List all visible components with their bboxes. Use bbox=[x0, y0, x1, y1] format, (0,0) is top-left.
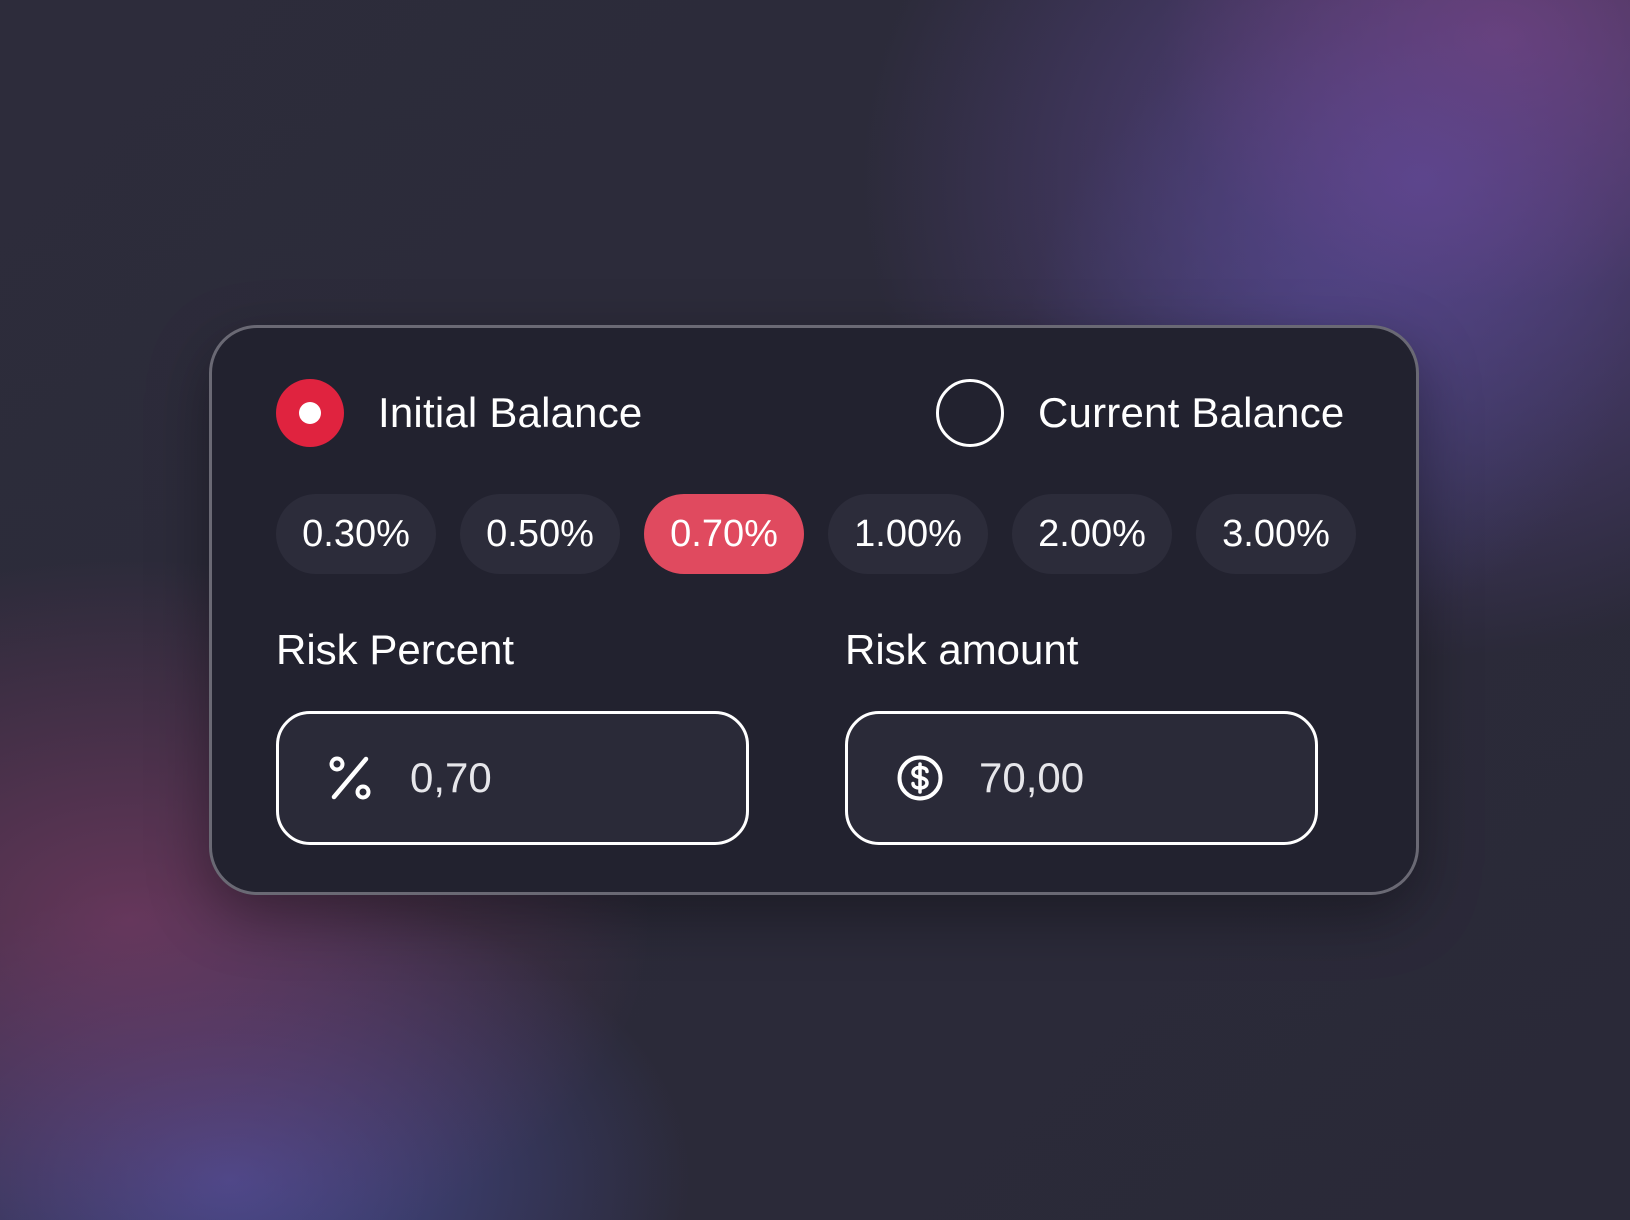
risk-amount-input[interactable]: 70,00 bbox=[845, 711, 1318, 845]
radio-current-balance-label: Current Balance bbox=[1038, 389, 1345, 436]
risk-settings-card: Initial Balance Current Balance 0.30% 0.… bbox=[209, 325, 1419, 895]
preset-chip-1-00[interactable]: 1.00% bbox=[828, 494, 988, 574]
radio-current-balance[interactable]: Current Balance bbox=[936, 379, 1345, 447]
preset-chip-2-00[interactable]: 2.00% bbox=[1012, 494, 1172, 574]
risk-percent-value: 0,70 bbox=[410, 754, 492, 801]
dollar-circle-icon bbox=[896, 754, 944, 802]
preset-chip-3-00[interactable]: 3.00% bbox=[1196, 494, 1356, 574]
preset-chip-0-30[interactable]: 0.30% bbox=[276, 494, 436, 574]
risk-amount-label: Risk amount bbox=[845, 626, 1079, 673]
radio-unchecked-icon[interactable] bbox=[936, 379, 1004, 447]
radio-initial-balance[interactable]: Initial Balance bbox=[276, 379, 643, 447]
preset-chip-0-70[interactable]: 0.70% bbox=[644, 494, 804, 574]
risk-percent-input[interactable]: 0,70 bbox=[276, 711, 749, 845]
preset-chip-0-50[interactable]: 0.50% bbox=[460, 494, 620, 574]
percent-icon bbox=[327, 754, 375, 802]
risk-percent-label: Risk Percent bbox=[276, 626, 515, 673]
risk-preset-chips: 0.30% 0.50% 0.70% 1.00% 2.00% 3.00% bbox=[276, 494, 1356, 574]
radio-checked-icon[interactable] bbox=[276, 379, 344, 447]
radio-initial-balance-label: Initial Balance bbox=[378, 389, 643, 436]
risk-amount-value: 70,00 bbox=[979, 754, 1085, 801]
